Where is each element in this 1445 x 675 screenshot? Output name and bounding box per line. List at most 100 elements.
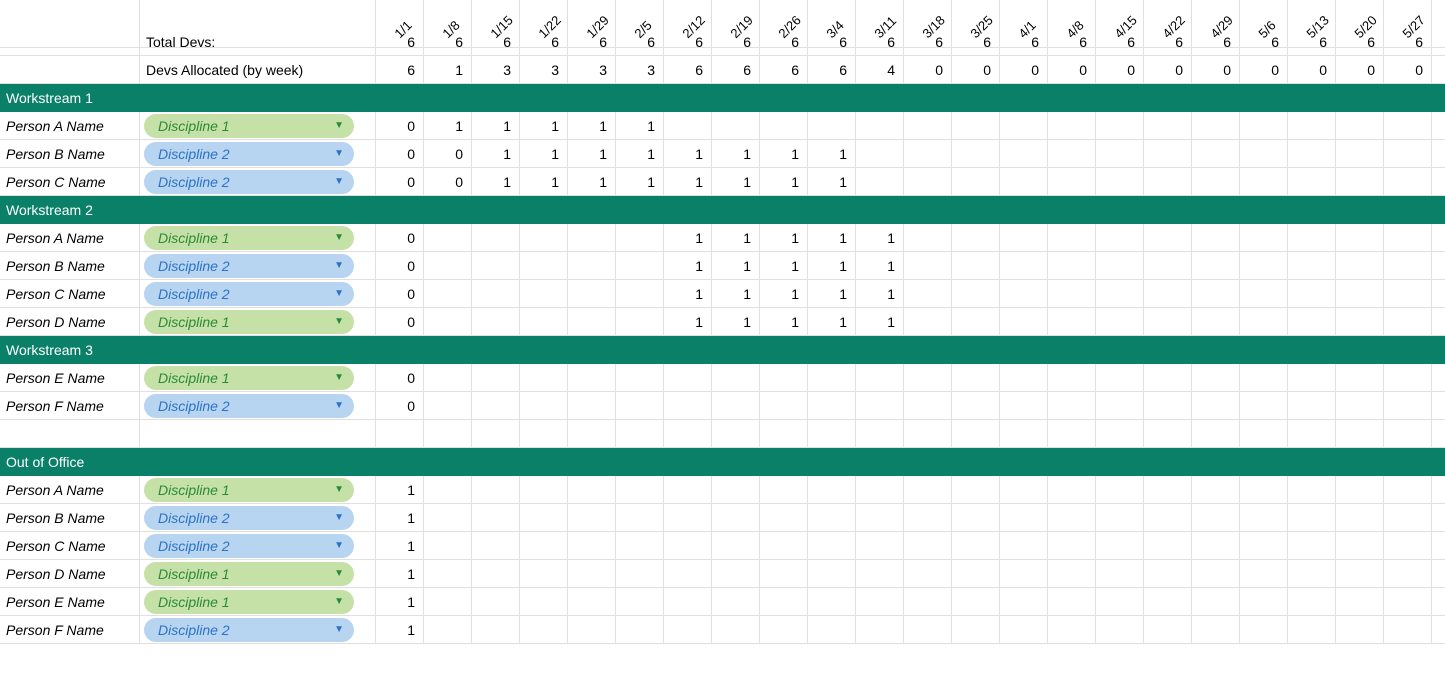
discipline-cell[interactable]: Discipline 2▼ (140, 140, 376, 168)
allocation-cell[interactable]: 0 (424, 168, 472, 196)
allocation-cell[interactable] (1144, 280, 1192, 308)
allocation-cell[interactable]: 1 (664, 308, 712, 336)
allocation-cell[interactable] (1288, 476, 1336, 504)
allocation-cell[interactable] (1096, 364, 1144, 392)
blank-cell[interactable] (376, 420, 424, 448)
discipline-dropdown[interactable]: Discipline 2▼ (144, 170, 354, 194)
workstream-header-cell[interactable] (904, 448, 952, 476)
allocation-cell[interactable] (904, 588, 952, 616)
workstream-header-cell[interactable] (1288, 448, 1336, 476)
allocation-cell[interactable] (1240, 308, 1288, 336)
allocation-cell[interactable] (1384, 560, 1432, 588)
allocation-cell[interactable] (520, 476, 568, 504)
discipline-dropdown[interactable]: Discipline 2▼ (144, 618, 354, 642)
allocation-cell[interactable] (1096, 504, 1144, 532)
allocation-cell[interactable] (424, 252, 472, 280)
devs-allocated-value[interactable]: 0 (952, 56, 1000, 84)
allocation-cell[interactable] (664, 560, 712, 588)
allocation-cell[interactable] (808, 616, 856, 644)
allocation-cell[interactable] (424, 616, 472, 644)
allocation-cell[interactable] (1336, 112, 1384, 140)
allocation-cell[interactable] (1384, 168, 1432, 196)
date-header[interactable]: 2/5 (616, 0, 664, 48)
workstream-header-cell[interactable] (1144, 196, 1192, 224)
workstream-header-cell[interactable] (1432, 336, 1445, 364)
discipline-dropdown[interactable]: Discipline 2▼ (144, 254, 354, 278)
allocation-cell[interactable]: 0 (376, 364, 424, 392)
allocation-cell[interactable]: 1 (424, 112, 472, 140)
allocation-cell[interactable] (904, 280, 952, 308)
workstream-header[interactable]: Workstream 2 (0, 196, 376, 224)
allocation-cell[interactable] (472, 532, 520, 560)
blank-cell[interactable] (1384, 420, 1432, 448)
allocation-cell[interactable] (616, 588, 664, 616)
allocation-cell[interactable]: 1 (376, 616, 424, 644)
spreadsheet-grid[interactable]: 1/11/81/151/221/292/52/122/192/263/43/11… (0, 0, 1445, 644)
date-header[interactable]: 4/29 (1192, 0, 1240, 48)
allocation-cell[interactable] (1000, 560, 1048, 588)
allocation-cell[interactable] (712, 504, 760, 532)
person-name[interactable]: Person F Name (0, 392, 140, 420)
workstream-header-cell[interactable] (904, 196, 952, 224)
allocation-cell[interactable]: 1 (712, 252, 760, 280)
allocation-cell[interactable] (1240, 140, 1288, 168)
workstream-header-cell[interactable] (472, 336, 520, 364)
allocation-cell[interactable] (1336, 588, 1384, 616)
allocation-cell[interactable]: 1 (616, 168, 664, 196)
allocation-cell[interactable] (856, 532, 904, 560)
blank-cell[interactable] (520, 420, 568, 448)
allocation-cell[interactable] (520, 364, 568, 392)
allocation-cell[interactable] (712, 364, 760, 392)
devs-allocated-value[interactable]: 0 (1192, 56, 1240, 84)
allocation-cell[interactable] (1336, 140, 1384, 168)
allocation-cell[interactable] (1192, 168, 1240, 196)
workstream-header-cell[interactable] (1096, 448, 1144, 476)
allocation-cell[interactable]: 1 (520, 168, 568, 196)
workstream-header-cell[interactable] (568, 336, 616, 364)
workstream-header-cell[interactable] (1000, 84, 1048, 112)
allocation-cell[interactable] (1336, 364, 1384, 392)
workstream-header-cell[interactable] (472, 448, 520, 476)
allocation-cell[interactable] (616, 560, 664, 588)
allocation-cell[interactable] (1192, 560, 1240, 588)
allocation-cell[interactable] (712, 616, 760, 644)
allocation-cell[interactable] (1096, 168, 1144, 196)
workstream-header-cell[interactable] (952, 448, 1000, 476)
allocation-cell[interactable] (1096, 532, 1144, 560)
allocation-cell[interactable] (1384, 476, 1432, 504)
workstream-header-cell[interactable] (424, 84, 472, 112)
allocation-cell[interactable] (1144, 252, 1192, 280)
workstream-header-cell[interactable] (712, 196, 760, 224)
allocation-cell[interactable] (1096, 112, 1144, 140)
allocation-cell[interactable]: 1 (376, 504, 424, 532)
discipline-cell[interactable]: Discipline 2▼ (140, 280, 376, 308)
allocation-cell[interactable] (1048, 476, 1096, 504)
workstream-header-cell[interactable] (1384, 448, 1432, 476)
allocation-cell[interactable] (712, 392, 760, 420)
allocation-cell[interactable]: 0 (376, 224, 424, 252)
date-header[interactable]: 4/15 (1096, 0, 1144, 48)
allocation-cell[interactable] (1240, 476, 1288, 504)
allocation-cell[interactable] (424, 504, 472, 532)
allocation-cell[interactable] (568, 280, 616, 308)
allocation-cell[interactable] (1336, 476, 1384, 504)
workstream-header-cell[interactable] (1432, 84, 1445, 112)
workstream-header-cell[interactable] (1288, 196, 1336, 224)
allocation-cell[interactable] (1240, 112, 1288, 140)
blank-cell[interactable] (1096, 420, 1144, 448)
date-header[interactable]: 2/26 (760, 0, 808, 48)
allocation-cell[interactable] (808, 392, 856, 420)
workstream-header-cell[interactable] (1432, 196, 1445, 224)
allocation-cell[interactable] (1048, 560, 1096, 588)
allocation-cell[interactable] (1192, 392, 1240, 420)
allocation-cell[interactable]: 1 (856, 308, 904, 336)
allocation-cell[interactable] (424, 532, 472, 560)
workstream-header-cell[interactable] (1384, 84, 1432, 112)
allocation-cell[interactable] (904, 112, 952, 140)
workstream-header-cell[interactable] (616, 84, 664, 112)
allocation-cell[interactable]: 0 (376, 252, 424, 280)
date-header[interactable]: 1/22 (520, 0, 568, 48)
allocation-cell[interactable]: 1 (664, 280, 712, 308)
blank-cell[interactable] (1432, 420, 1445, 448)
allocation-cell[interactable]: 1 (712, 168, 760, 196)
